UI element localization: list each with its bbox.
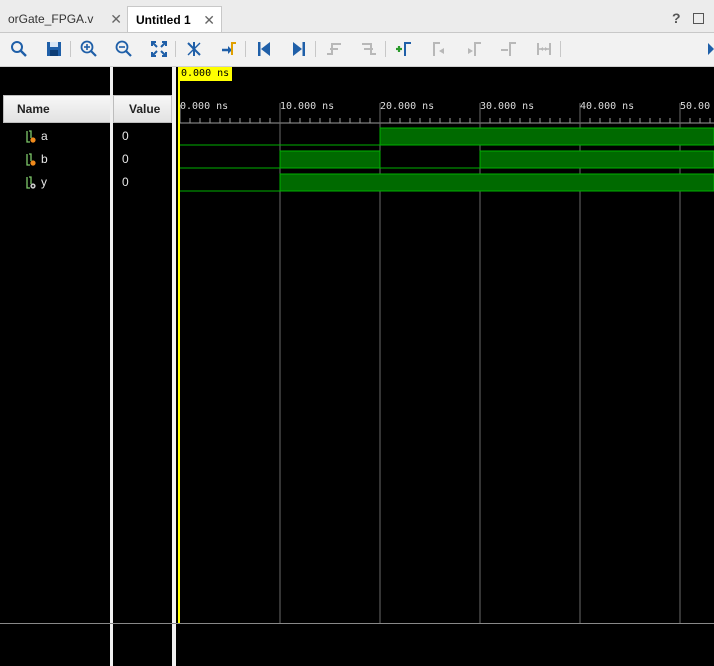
bottom-divider [0,623,714,624]
previous-marker-icon[interactable] [429,39,449,59]
go-to-start-icon[interactable] [254,39,274,59]
time-tick-label: 30.000 ns [480,101,535,112]
time-tick-label: 10.000 ns [280,101,335,112]
tab-label: Untitled 1 [136,12,191,27]
waveform-toolbar [0,33,714,67]
go-to-cursor-icon[interactable] [219,39,239,59]
close-tab-icon[interactable]: ✕ [110,11,122,28]
waveform-canvas[interactable] [0,67,714,666]
zoom-in-icon[interactable] [79,39,99,59]
time-tick-label: 50.00 [680,101,711,112]
snap-to-transition-icon[interactable] [534,39,554,59]
close-tab-icon[interactable]: ✕ [203,12,215,29]
maximize-icon[interactable] [693,13,704,24]
previous-transition-icon[interactable] [324,39,344,59]
search-icon[interactable] [9,39,29,59]
marker-off-icon[interactable] [184,39,204,59]
time-tick-label: 20.000 ns [380,101,435,112]
swap-cursors-icon[interactable] [499,39,519,59]
help-icon[interactable]: ? [672,10,681,26]
editor-tab-bar: orGate_FPGA.v ✕ Untitled 1 ✕ ? [0,0,714,33]
time-tick-label: 0.000 ns [180,101,229,112]
save-icon[interactable] [44,39,64,59]
zoom-out-icon[interactable] [114,39,134,59]
wave-high-b [279,150,381,169]
tab-label: orGate_FPGA.v [8,12,94,26]
time-tick-label: 40.000 ns [580,101,635,112]
waveform-viewer[interactable]: Name Value a0b0y0 0.000 ns 0.000 ns 10.00… [0,67,714,666]
wave-high-b [479,150,714,169]
next-marker-icon[interactable] [464,39,484,59]
more-tools-icon[interactable] [702,39,714,59]
cursor-time-label: 0.000 ns [180,67,233,81]
tab-untitled-1[interactable]: Untitled 1 ✕ [127,6,222,32]
add-marker-icon[interactable] [394,39,414,59]
zoom-fit-icon[interactable] [149,39,169,59]
wave-high-a [379,127,714,146]
tab-orgate-fpga[interactable]: orGate_FPGA.v ✕ [0,6,128,32]
wave-high-y [279,173,714,192]
next-transition-icon[interactable] [359,39,379,59]
go-to-end-icon[interactable] [289,39,309,59]
